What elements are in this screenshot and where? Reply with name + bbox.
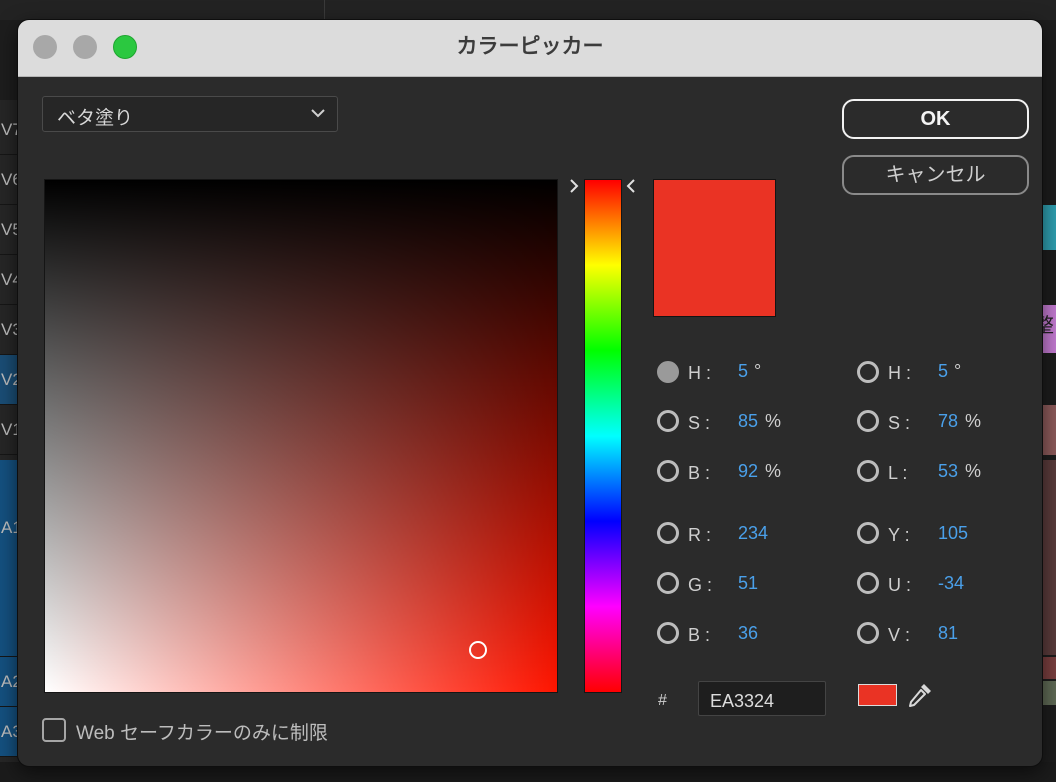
track-row-v7[interactable]: V7	[0, 104, 22, 155]
panel-divider	[324, 0, 325, 20]
track-row-v3[interactable]: V3	[0, 305, 22, 355]
rgb-r-value[interactable]: 234	[738, 523, 768, 544]
rgb-b-value[interactable]: 36	[738, 623, 758, 644]
hsl-h-radio[interactable]	[857, 361, 879, 383]
clip-audio-1[interactable]	[1040, 405, 1056, 455]
rgb-g-radio[interactable]	[657, 572, 679, 594]
hsb-h-value[interactable]: 5	[738, 361, 748, 382]
clip-purple[interactable]: 整	[1034, 305, 1056, 353]
hsl-l-value[interactable]: 53	[938, 461, 958, 482]
yuv-u-label: U :	[888, 575, 912, 595]
rgb-r-radio[interactable]	[657, 522, 679, 544]
cancel-button[interactable]: キャンセル	[842, 155, 1029, 195]
hsb-s-radio[interactable]	[657, 410, 679, 432]
hex-input[interactable]: EA3324	[698, 681, 826, 716]
hsl-h-label: H :	[888, 363, 912, 383]
yuv-v-value[interactable]: 81	[938, 623, 958, 644]
fill-type-dropdown[interactable]: ベタ塗り	[42, 96, 338, 132]
app-top-bar	[0, 0, 1056, 20]
yuv-y-label: Y :	[888, 525, 910, 545]
hsl-h-value[interactable]: 5	[938, 361, 948, 382]
rgb-b-label: B :	[688, 625, 711, 645]
hsl-l-label: L :	[888, 463, 908, 483]
hsl-s-radio[interactable]	[857, 410, 879, 432]
hsb-b-radio[interactable]	[657, 460, 679, 482]
color-picker-dialog: カラーピッカー ベタ塗り OK キャンセル H : 5 ° S : 85 % B…	[18, 20, 1042, 766]
track-row-v1[interactable]: V1	[0, 405, 22, 455]
dialog-title: カラーピッカー	[456, 35, 604, 58]
track-row-a1[interactable]: A1	[0, 460, 22, 657]
track-row-v5[interactable]: V5	[0, 205, 22, 255]
websafe-checkbox[interactable]	[42, 718, 66, 742]
hsb-b-unit: %	[765, 461, 782, 481]
hsb-h-unit: °	[754, 361, 762, 381]
title-bar[interactable]: カラーピッカー	[18, 20, 1042, 77]
hue-slider-left-arrow-icon[interactable]	[569, 178, 579, 194]
color-field-cursor[interactable]	[469, 641, 487, 659]
track-row-v6[interactable]: V6	[0, 155, 22, 205]
hex-prefix: #	[658, 692, 667, 709]
rgb-g-label: G :	[688, 575, 713, 595]
yuv-y-value[interactable]: 105	[938, 523, 968, 544]
track-row-v4[interactable]: V4	[0, 255, 22, 305]
hsl-s-unit: %	[965, 411, 982, 431]
rgb-b-radio[interactable]	[657, 622, 679, 644]
hsb-h-radio[interactable]	[657, 361, 679, 383]
hsb-h-label: H :	[688, 363, 712, 383]
hsb-b-value[interactable]: 92	[738, 461, 758, 482]
track-row-a2[interactable]: A2	[0, 657, 22, 707]
hsl-s-value[interactable]: 78	[938, 411, 958, 432]
hsb-s-value[interactable]: 85	[738, 411, 758, 432]
ok-button[interactable]: OK	[842, 99, 1029, 139]
hsl-l-unit: %	[965, 461, 982, 481]
yuv-u-radio[interactable]	[857, 572, 879, 594]
hsl-l-radio[interactable]	[857, 460, 879, 482]
clip-audio-4[interactable]	[1040, 681, 1056, 705]
hsl-s-label: S :	[888, 413, 911, 433]
track-row-a3[interactable]: A3	[0, 707, 22, 757]
eyedropper-icon[interactable]	[905, 680, 935, 710]
hsb-s-label: S :	[688, 413, 711, 433]
current-color-swatch	[653, 179, 776, 317]
clip-cyan[interactable]	[1040, 205, 1056, 250]
clip-audio-2[interactable]	[1040, 460, 1056, 655]
hsl-h-unit: °	[954, 361, 962, 381]
yuv-v-label: V :	[888, 625, 911, 645]
websafe-label: Web セーフカラーのみに制限	[76, 723, 328, 744]
yuv-v-radio[interactable]	[857, 622, 879, 644]
yuv-y-radio[interactable]	[857, 522, 879, 544]
rgb-r-label: R :	[688, 525, 712, 545]
track-row-v2[interactable]: V2	[0, 355, 22, 405]
rgb-g-value[interactable]: 51	[738, 573, 758, 594]
clip-audio-3[interactable]	[1040, 657, 1056, 679]
hsb-s-unit: %	[765, 411, 782, 431]
fill-type-selected: ベタ塗り	[57, 108, 134, 129]
yuv-u-value[interactable]: -34	[938, 573, 964, 594]
chevron-down-icon	[311, 109, 325, 118]
hue-slider-right-arrow-icon[interactable]	[626, 178, 636, 194]
saturation-brightness-field[interactable]	[44, 179, 558, 693]
hsb-b-label: B :	[688, 463, 711, 483]
hue-slider[interactable]	[584, 179, 622, 693]
color-swatch-small	[858, 684, 897, 706]
